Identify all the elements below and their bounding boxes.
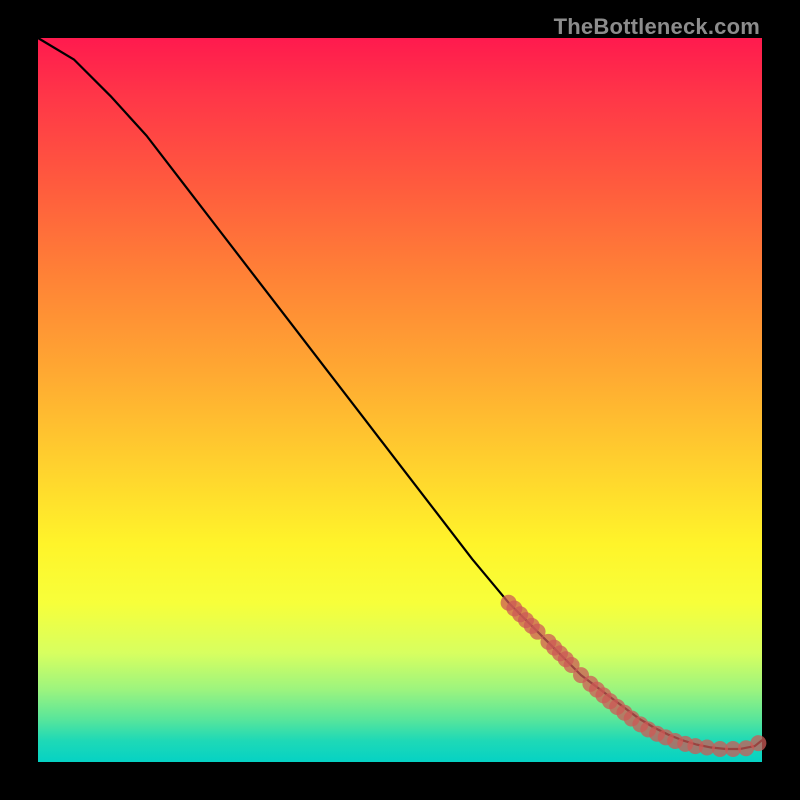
plot-area: [38, 38, 762, 762]
chart-stage: TheBottleneck.com: [0, 0, 800, 800]
chart-svg: [38, 38, 762, 762]
watermark-text: TheBottleneck.com: [554, 14, 760, 40]
curve-line: [38, 38, 762, 749]
marker-layer: [501, 595, 767, 757]
marker-point: [750, 735, 766, 751]
